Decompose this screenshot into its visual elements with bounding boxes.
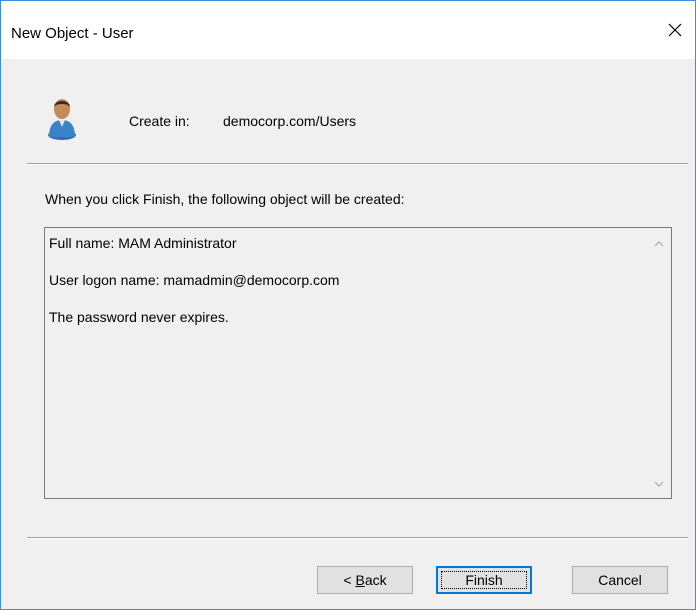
cancel-button[interactable]: Cancel xyxy=(572,566,668,594)
summary-lines: Full name: MAM Administrator User logon … xyxy=(49,235,639,346)
back-button-prefix: < xyxy=(343,572,356,588)
back-button-mnemonic: B xyxy=(355,572,365,588)
header-separator xyxy=(27,163,688,165)
chevron-down-icon xyxy=(654,481,664,487)
user-icon xyxy=(48,99,76,140)
scroll-down-button[interactable] xyxy=(651,476,667,492)
window-title: New Object - User xyxy=(11,25,134,42)
summary-line-full-name: Full name: MAM Administrator xyxy=(49,235,237,251)
scroll-up-button[interactable] xyxy=(651,236,667,252)
chevron-up-icon xyxy=(654,241,664,247)
title-bar[interactable]: New Object - User xyxy=(1,1,695,59)
summary-textbox[interactable]: Full name: MAM Administrator User logon … xyxy=(44,227,672,499)
finish-button-label: Finish xyxy=(465,572,503,588)
back-button[interactable]: < Back xyxy=(317,566,413,594)
cancel-button-label: Cancel xyxy=(598,572,642,588)
summary-line-logon-name: User logon name: mamadmin@democorp.com xyxy=(49,272,340,288)
close-button[interactable] xyxy=(655,13,695,47)
back-button-rest: ack xyxy=(364,572,387,588)
summary-line-password: The password never expires. xyxy=(49,309,229,325)
create-in-label: Create in: xyxy=(129,113,190,129)
close-icon xyxy=(668,23,682,37)
new-object-user-dialog: New Object - User Create in: democorp.co… xyxy=(0,0,696,610)
create-in-value: democorp.com/Users xyxy=(223,113,357,129)
info-text: When you click Finish, the following obj… xyxy=(45,191,405,207)
footer-separator xyxy=(27,537,688,539)
finish-button[interactable]: Finish xyxy=(436,566,532,594)
